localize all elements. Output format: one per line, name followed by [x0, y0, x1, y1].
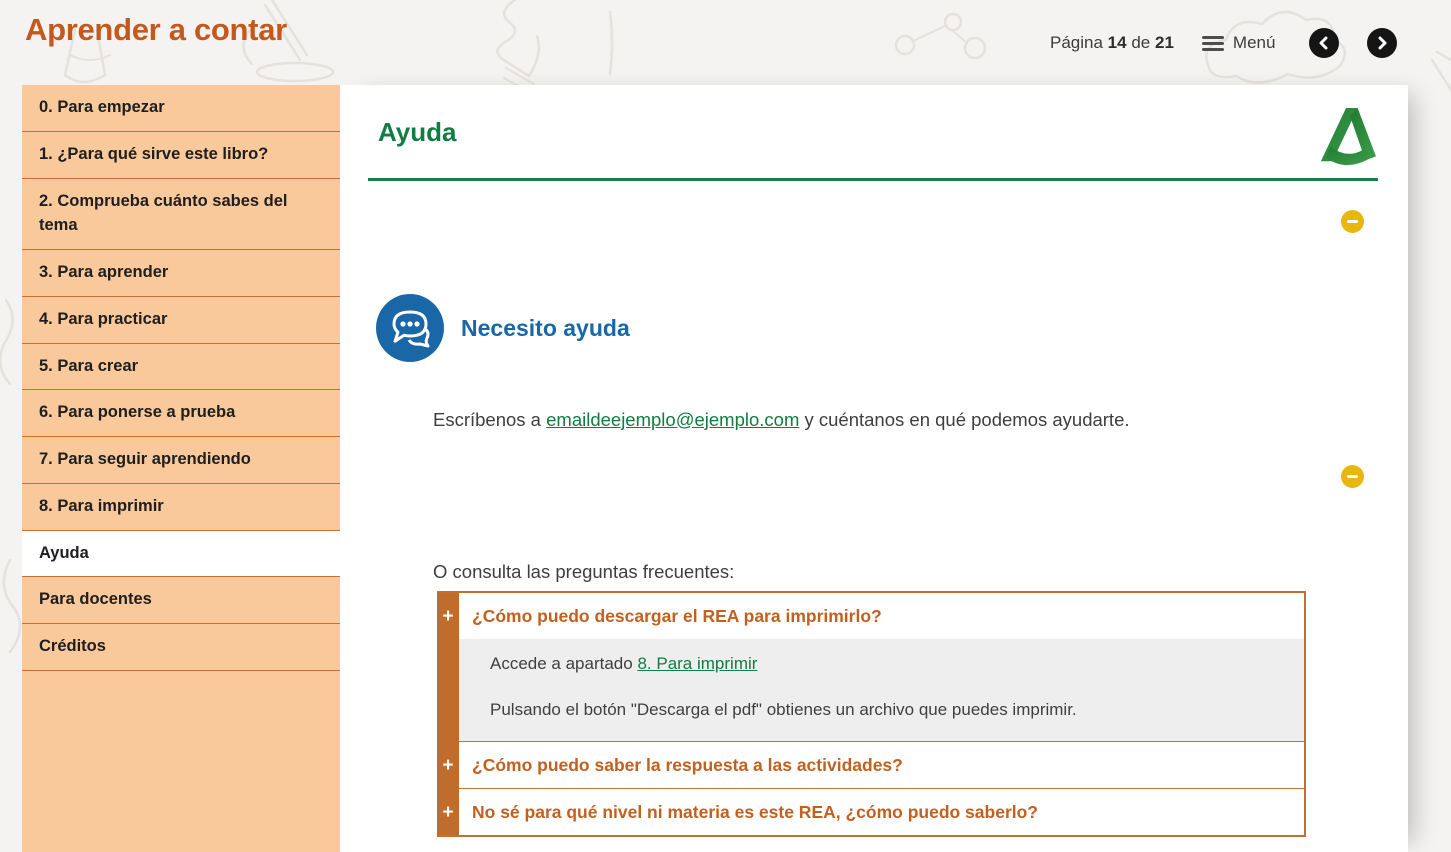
faq-answer-line: Accede a apartado 8. Para imprimir [490, 653, 1292, 675]
collapse-minus-icon [1347, 220, 1358, 224]
collapse-minus-icon [1347, 475, 1358, 479]
sidebar-item-para-crear[interactable]: 5. Para crear [22, 344, 340, 391]
sidebar-item-seguir-aprendiendo[interactable]: 7. Para seguir aprendiendo [22, 437, 340, 484]
junta-de-andalucia-logo-icon [1318, 105, 1376, 171]
faq-answer-text: Accede a apartado [490, 654, 637, 673]
help-intro: Escríbenos a emaildeejemplo@ejemplo.com … [433, 407, 1130, 433]
page-nav [1309, 28, 1397, 58]
faq-question-label: No sé para qué nivel ni materia es este … [459, 791, 1051, 834]
sidebar-item-ayuda[interactable]: Ayuda [22, 531, 340, 578]
chevron-right-icon [1375, 36, 1389, 50]
page-title: Ayuda [378, 117, 457, 148]
prev-page-button[interactable] [1309, 28, 1339, 58]
para-imprimir-link[interactable]: 8. Para imprimir [637, 654, 757, 673]
faq-answer-line: Pulsando el botón "Descarga el pdf" obti… [490, 699, 1292, 721]
doodle-molecule [896, 14, 985, 58]
page-indicator-current: 14 [1108, 33, 1127, 52]
faq-accordion: + ¿Cómo puedo descargar el REA para impr… [437, 591, 1306, 837]
sidebar-item-para-practicar[interactable]: 4. Para practicar [22, 297, 340, 344]
help-intro-after: y cuéntanos en qué podemos ayudarte. [799, 409, 1129, 430]
doodle-bulb [497, 0, 538, 93]
faq-question-respuestas[interactable]: + ¿Cómo puedo saber la respuesta a las a… [459, 742, 1304, 788]
faq-lead: O consulta las preguntas frecuentes: [433, 561, 734, 583]
help-section-header: Necesito ayuda [376, 294, 630, 362]
sidebar-item-para-que-sirve[interactable]: 1. ¿Para qué sirve este libro? [22, 132, 340, 179]
hamburger-icon [1202, 36, 1224, 51]
faq-question-nivel-materia[interactable]: + No sé para qué nivel ni materia es est… [459, 789, 1304, 835]
faq-question-descargar[interactable]: + ¿Cómo puedo descargar el REA para impr… [459, 593, 1304, 639]
faq-item-respuestas: + ¿Cómo puedo saber la respuesta a las a… [459, 741, 1304, 788]
accordion-strip [437, 593, 459, 835]
page-indicator: Página 14 de 21 [1050, 33, 1174, 53]
heading-rule [368, 178, 1378, 181]
plus-toggle-icon[interactable]: + [437, 756, 459, 775]
doodle-squiggle-left-2 [4, 560, 20, 652]
sidebar-item-para-imprimir[interactable]: 8. Para imprimir [22, 484, 340, 531]
faq-item-descargar: + ¿Cómo puedo descargar el REA para impr… [459, 593, 1304, 741]
plus-toggle-icon[interactable]: + [437, 607, 459, 626]
chevron-left-icon [1317, 36, 1331, 50]
page-indicator-total: 21 [1155, 33, 1174, 52]
sidebar-item-ponerse-a-prueba[interactable]: 6. Para ponerse a prueba [22, 390, 340, 437]
sidebar-item-creditos[interactable]: Créditos [22, 624, 340, 671]
sidebar-item-para-empezar[interactable]: 0. Para empezar [22, 85, 340, 132]
doodle-squiggle-left-1 [0, 300, 12, 384]
menu-button-label: Menú [1233, 33, 1276, 53]
collapse-section-button[interactable] [1341, 465, 1364, 488]
faq-question-label: ¿Cómo puedo descargar el REA para imprim… [459, 595, 895, 638]
sidebar-item-para-aprender[interactable]: 3. Para aprender [22, 250, 340, 297]
sidebar: 0. Para empezar 1. ¿Para qué sirve este … [22, 85, 340, 852]
faq-answer-descargar: Accede a apartado 8. Para imprimir Pulsa… [459, 639, 1304, 741]
header-toolbar: Página 14 de 21 Menú [1050, 26, 1397, 60]
sidebar-item-para-docentes[interactable]: Para docentes [22, 577, 340, 624]
doodle-stroke [610, 12, 612, 74]
faq-item-nivel-materia: + No sé para qué nivel ni materia es est… [459, 788, 1304, 835]
email-link[interactable]: emaildeejemplo@ejemplo.com [546, 409, 799, 430]
page-indicator-prefix: Página [1050, 33, 1103, 52]
chat-bubbles-icon [376, 294, 444, 362]
page-indicator-of: de [1131, 33, 1150, 52]
next-page-button[interactable] [1367, 28, 1397, 58]
faq-question-label: ¿Cómo puedo saber la respuesta a las act… [459, 744, 916, 787]
doodle-pencil [1432, 52, 1451, 90]
main-content: Ayuda [340, 85, 1408, 852]
menu-button[interactable]: Menú [1202, 33, 1276, 53]
collapse-section-button[interactable] [1341, 210, 1364, 233]
layout: 0. Para empezar 1. ¿Para qué sirve este … [22, 85, 1408, 852]
app-title: Aprender a contar [25, 12, 287, 48]
plus-toggle-icon[interactable]: + [437, 803, 459, 822]
help-section-title: Necesito ayuda [461, 315, 630, 342]
help-intro-before: Escríbenos a [433, 409, 546, 430]
sidebar-item-comprueba[interactable]: 2. Comprueba cuánto sabes del tema [22, 179, 340, 251]
